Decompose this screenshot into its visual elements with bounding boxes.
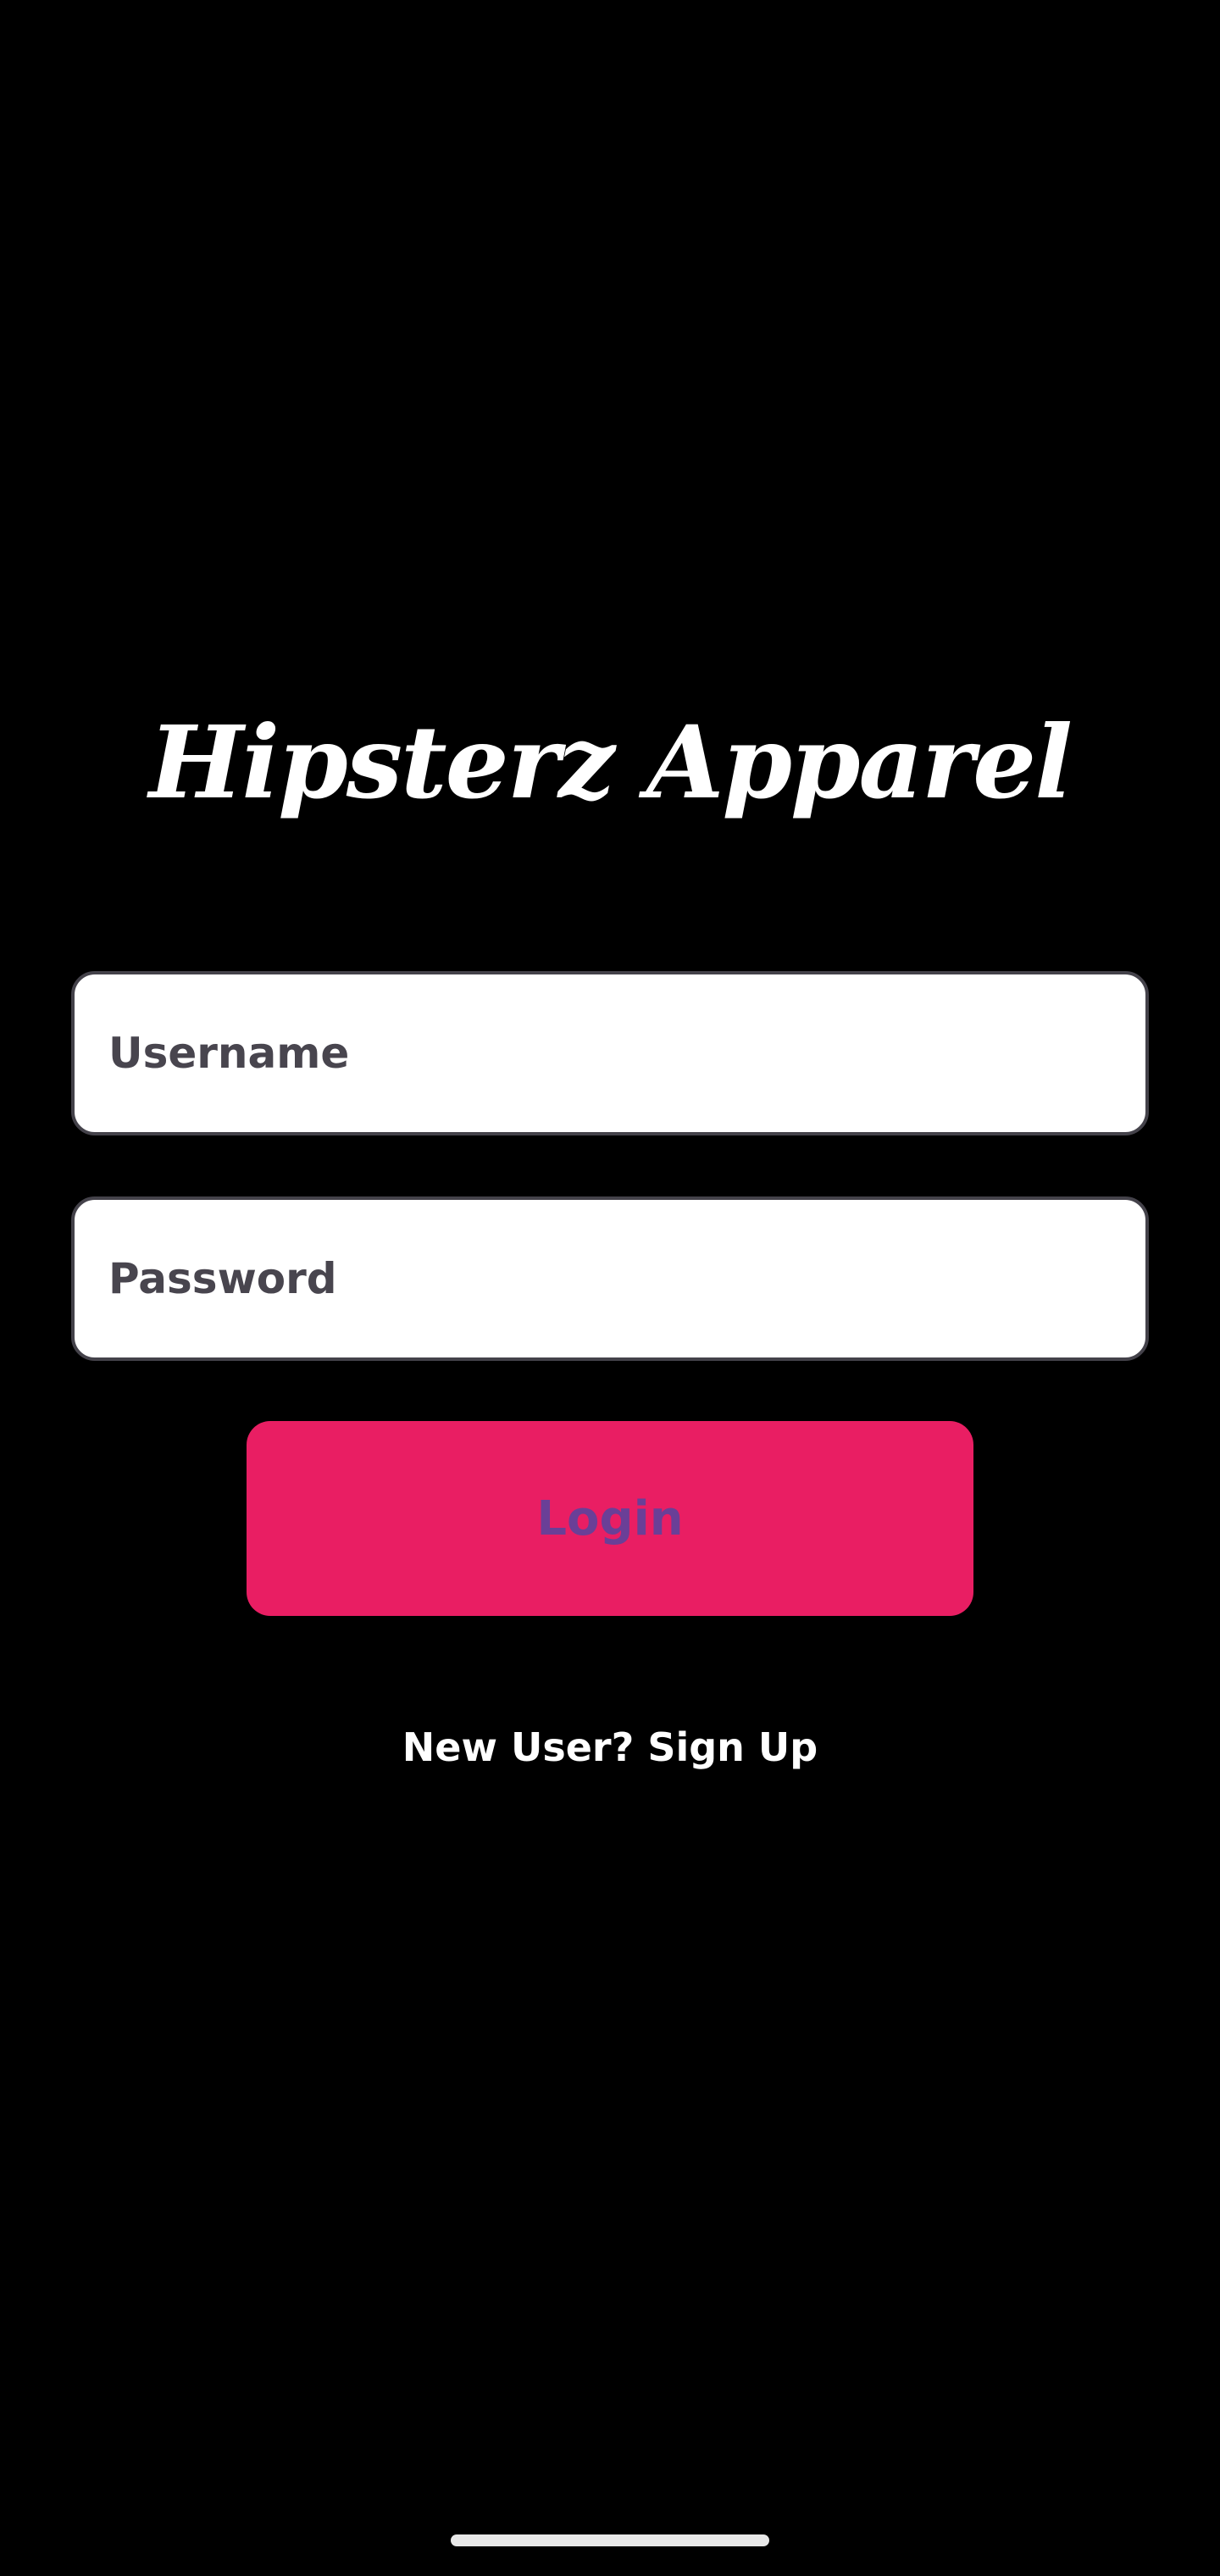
username-field[interactable]	[71, 971, 1149, 1135]
password-input[interactable]	[75, 1200, 1145, 1357]
password-field[interactable]	[71, 1196, 1149, 1361]
username-input[interactable]	[75, 974, 1145, 1132]
home-indicator[interactable]	[451, 2534, 769, 2546]
app-title: Hipsterz Apparel	[148, 703, 1073, 821]
login-button[interactable]: Login	[247, 1421, 973, 1616]
signup-link[interactable]: New User? Sign Up	[0, 1712, 1220, 1783]
